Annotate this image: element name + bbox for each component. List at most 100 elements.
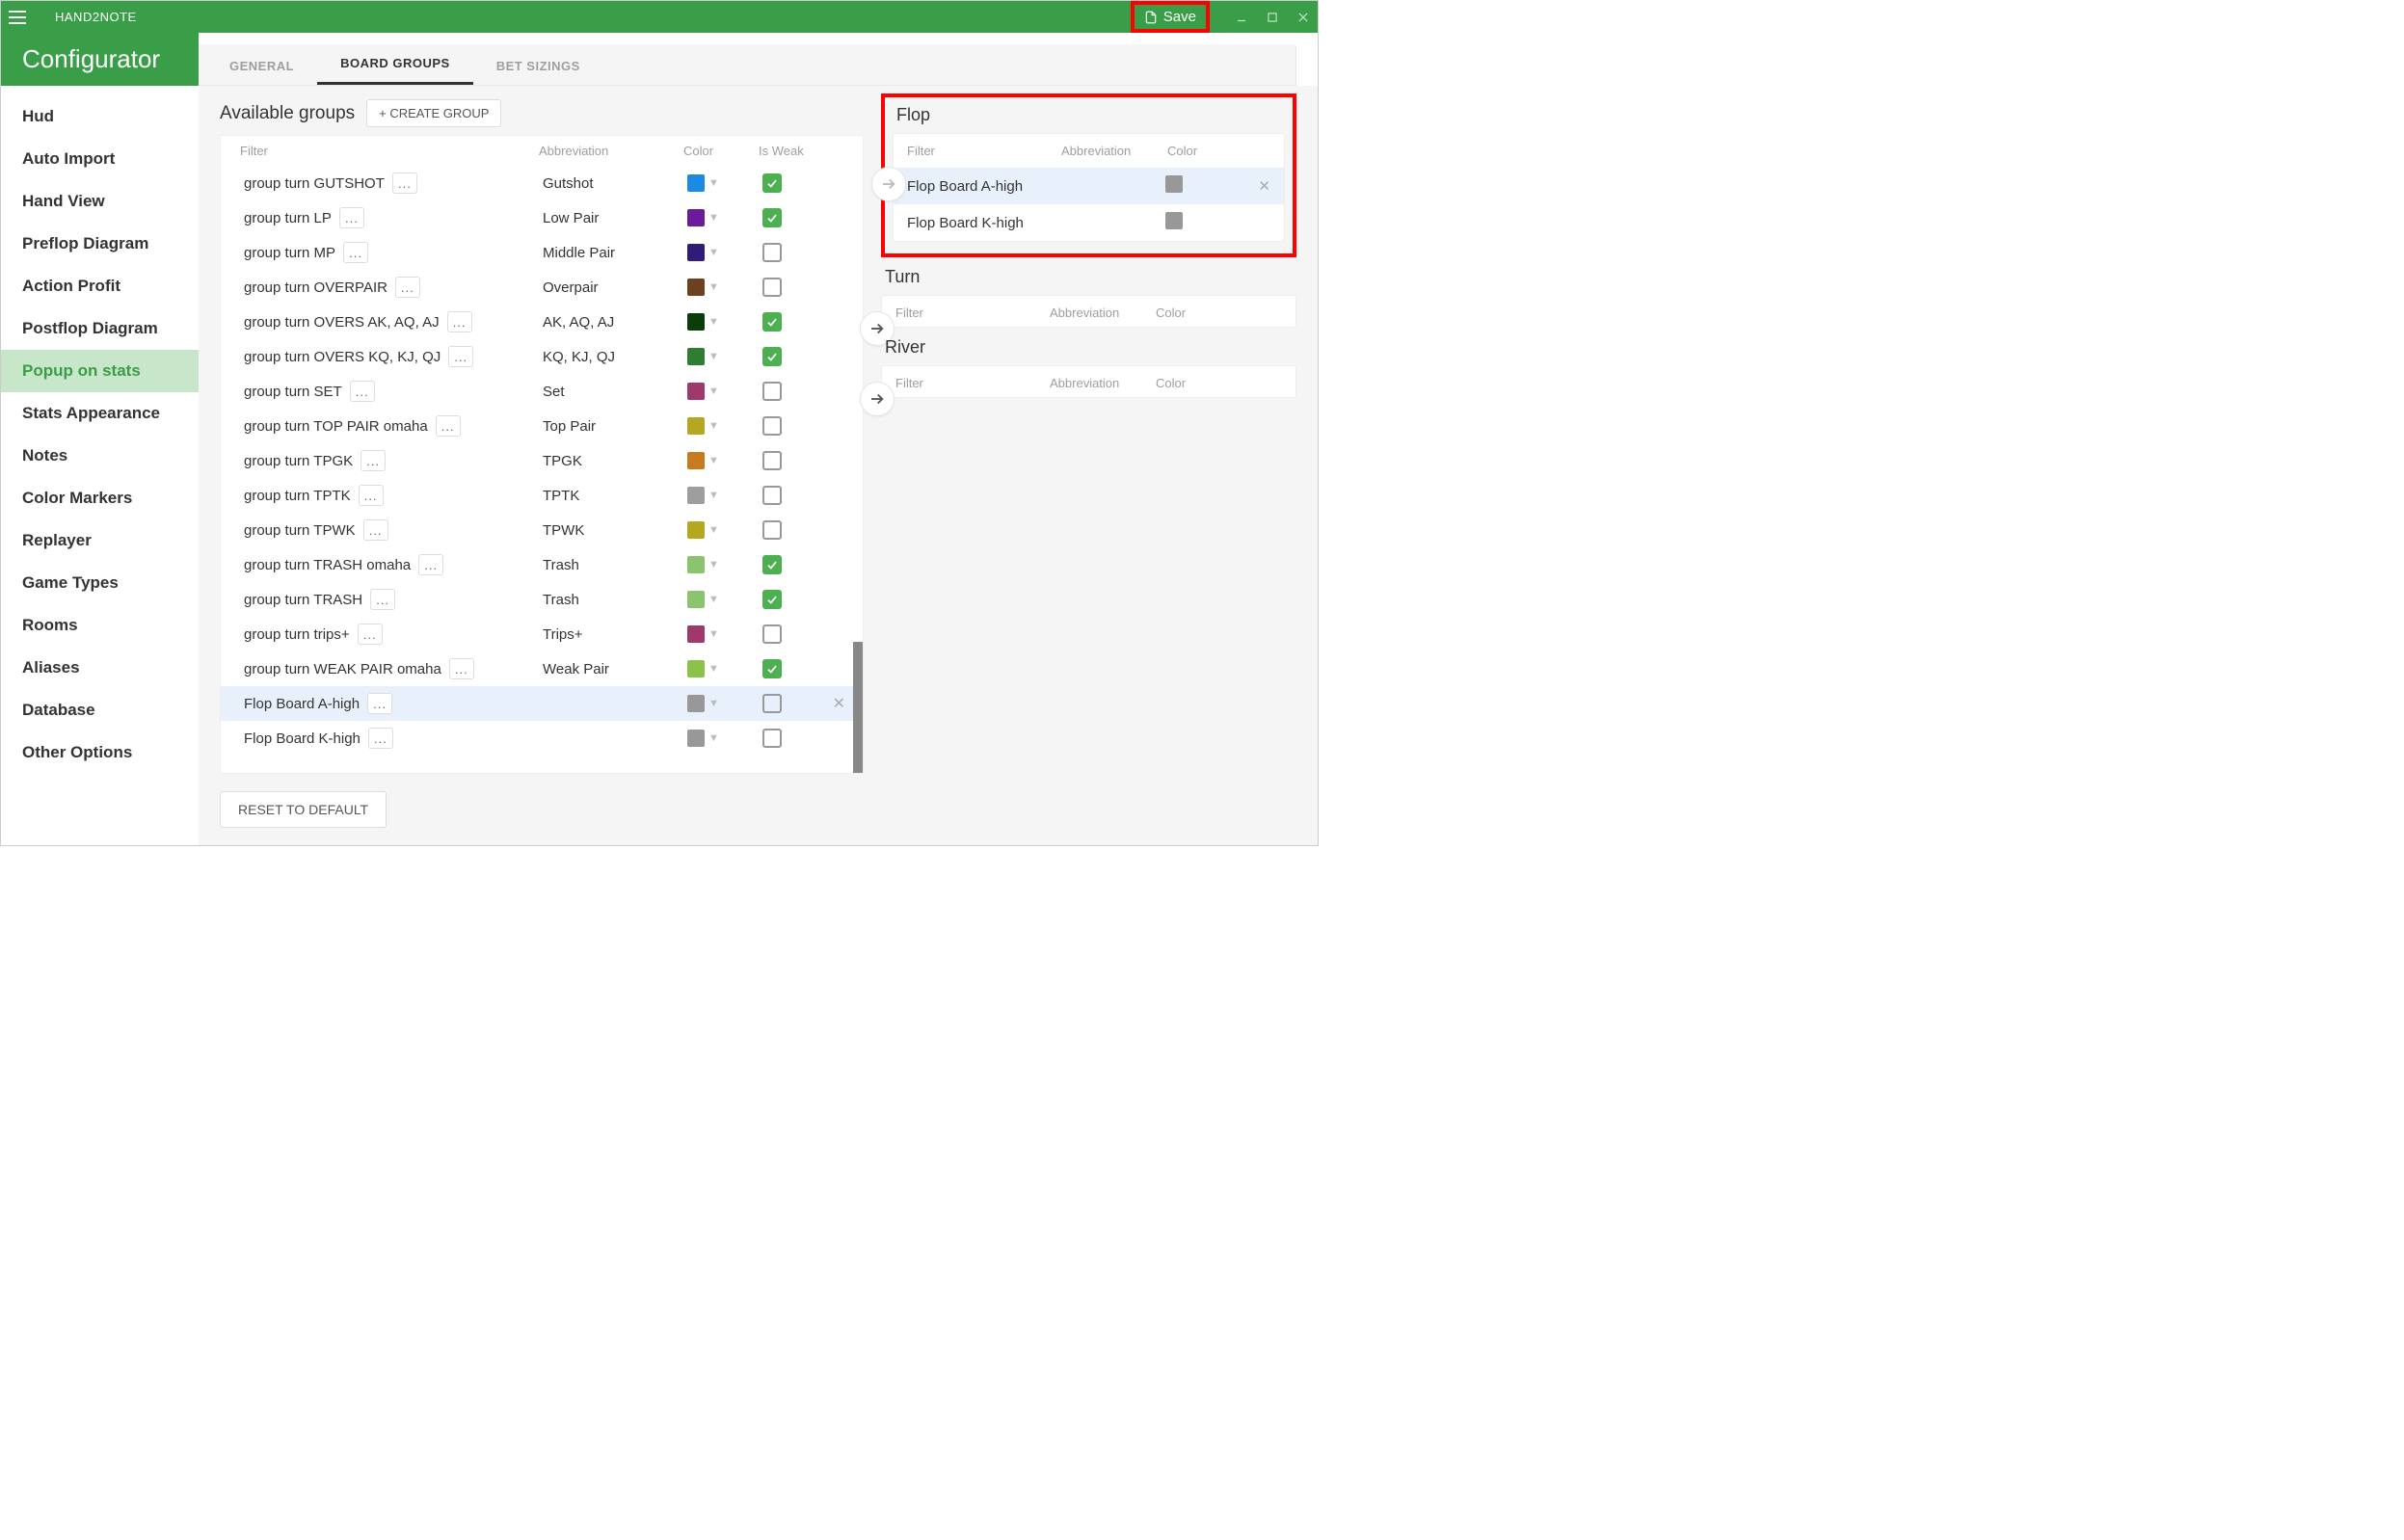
move-to-street-button[interactable] (860, 382, 895, 416)
group-row[interactable]: group turn TPTK...TPTK▼ (221, 478, 863, 513)
group-row[interactable]: group turn TRASH omaha...Trash▼ (221, 547, 863, 582)
filter-ellipsis-button[interactable]: ... (436, 415, 461, 437)
filter-ellipsis-button[interactable]: ... (447, 311, 472, 332)
chevron-down-icon[interactable]: ▼ (708, 212, 719, 224)
is-weak-checkbox[interactable] (762, 243, 782, 262)
group-row[interactable]: group turn LP...Low Pair▼ (221, 200, 863, 235)
color-swatch[interactable] (687, 556, 705, 573)
color-swatch[interactable] (687, 383, 705, 400)
tab-bet-sizings[interactable]: BET SIZINGS (473, 47, 603, 85)
chevron-down-icon[interactable]: ▼ (708, 420, 719, 432)
is-weak-checkbox[interactable] (762, 694, 782, 713)
is-weak-checkbox[interactable] (762, 312, 782, 332)
tab-board-groups[interactable]: BOARD GROUPS (317, 44, 473, 85)
sidebar-item-popup-on-stats[interactable]: Popup on stats (1, 350, 199, 392)
group-row[interactable]: group turn TPWK...TPWK▼ (221, 513, 863, 547)
sidebar-item-other-options[interactable]: Other Options (1, 731, 199, 774)
sidebar-item-notes[interactable]: Notes (1, 435, 199, 477)
is-weak-checkbox[interactable] (762, 173, 782, 193)
color-swatch[interactable] (687, 417, 705, 435)
filter-ellipsis-button[interactable]: ... (448, 346, 473, 367)
group-row[interactable]: group turn OVERS AK, AQ, AJ...AK, AQ, AJ… (221, 305, 863, 339)
delete-row-icon[interactable]: ✕ (1258, 178, 1270, 195)
group-row[interactable]: group turn trips+...Trips+▼ (221, 617, 863, 651)
sidebar-item-rooms[interactable]: Rooms (1, 604, 199, 647)
chevron-down-icon[interactable]: ▼ (708, 628, 719, 640)
color-swatch[interactable] (687, 209, 705, 226)
is-weak-checkbox[interactable] (762, 382, 782, 401)
chevron-down-icon[interactable]: ▼ (708, 385, 719, 397)
sidebar-item-hud[interactable]: Hud (1, 95, 199, 138)
group-row[interactable]: group turn TPGK...TPGK▼ (221, 443, 863, 478)
group-row[interactable]: group turn MP...Middle Pair▼ (221, 235, 863, 270)
color-swatch[interactable] (687, 591, 705, 608)
sidebar-item-replayer[interactable]: Replayer (1, 519, 199, 562)
color-swatch[interactable] (687, 660, 705, 677)
chevron-down-icon[interactable]: ▼ (708, 455, 719, 466)
is-weak-checkbox[interactable] (762, 208, 782, 227)
color-swatch[interactable] (687, 695, 705, 712)
filter-ellipsis-button[interactable]: ... (368, 728, 393, 749)
color-swatch[interactable] (687, 487, 705, 504)
group-row[interactable]: group turn WEAK PAIR omaha...Weak Pair▼ (221, 651, 863, 686)
filter-ellipsis-button[interactable]: ... (418, 554, 443, 575)
color-swatch[interactable] (687, 174, 705, 192)
filter-ellipsis-button[interactable]: ... (350, 381, 375, 402)
filter-ellipsis-button[interactable]: ... (392, 173, 417, 194)
filter-ellipsis-button[interactable]: ... (358, 624, 383, 645)
group-row[interactable]: group turn TRASH...Trash▼ (221, 582, 863, 617)
chevron-down-icon[interactable]: ▼ (708, 316, 719, 328)
is-weak-checkbox[interactable] (762, 416, 782, 436)
reset-to-default-button[interactable]: RESET TO DEFAULT (220, 791, 387, 828)
is-weak-checkbox[interactable] (762, 347, 782, 366)
groups-table-body[interactable]: group turn GUTSHOT...Gutshot▼group turn … (221, 166, 863, 773)
filter-ellipsis-button[interactable]: ... (359, 485, 384, 506)
create-group-button[interactable]: + CREATE GROUP (366, 99, 501, 127)
minimize-icon[interactable] (1235, 11, 1248, 24)
sidebar-item-color-markers[interactable]: Color Markers (1, 477, 199, 519)
chevron-down-icon[interactable]: ▼ (708, 177, 719, 189)
color-swatch[interactable] (687, 279, 705, 296)
scrollbar-thumb[interactable] (853, 642, 863, 773)
is-weak-checkbox[interactable] (762, 590, 782, 609)
is-weak-checkbox[interactable] (762, 659, 782, 678)
chevron-down-icon[interactable]: ▼ (708, 559, 719, 571)
color-swatch[interactable] (1165, 175, 1183, 193)
group-row[interactable]: Flop Board A-high...▼✕ (221, 686, 863, 721)
color-swatch[interactable] (687, 521, 705, 539)
is-weak-checkbox[interactable] (762, 278, 782, 297)
chevron-down-icon[interactable]: ▼ (708, 594, 719, 605)
color-swatch[interactable] (687, 313, 705, 331)
sidebar-item-preflop-diagram[interactable]: Preflop Diagram (1, 223, 199, 265)
color-swatch[interactable] (687, 625, 705, 643)
group-row[interactable]: group turn GUTSHOT...Gutshot▼ (221, 166, 863, 200)
chevron-down-icon[interactable]: ▼ (708, 490, 719, 501)
hamburger-icon[interactable] (9, 6, 32, 29)
chevron-down-icon[interactable]: ▼ (708, 698, 719, 709)
tab-general[interactable]: GENERAL (206, 47, 317, 85)
street-row[interactable]: Flop Board K-high (894, 204, 1284, 241)
is-weak-checkbox[interactable] (762, 520, 782, 540)
group-row[interactable]: Flop Board K-high...▼ (221, 721, 863, 756)
save-button[interactable]: Save (1135, 5, 1206, 29)
move-to-street-button[interactable] (871, 167, 906, 201)
sidebar-item-database[interactable]: Database (1, 689, 199, 731)
is-weak-checkbox[interactable] (762, 729, 782, 748)
chevron-down-icon[interactable]: ▼ (708, 281, 719, 293)
chevron-down-icon[interactable]: ▼ (708, 247, 719, 258)
is-weak-checkbox[interactable] (762, 555, 782, 574)
group-row[interactable]: group turn OVERPAIR...Overpair▼ (221, 270, 863, 305)
filter-ellipsis-button[interactable]: ... (395, 277, 420, 298)
group-row[interactable]: group turn OVERS KQ, KJ, QJ...KQ, KJ, QJ… (221, 339, 863, 374)
chevron-down-icon[interactable]: ▼ (708, 663, 719, 675)
filter-ellipsis-button[interactable]: ... (363, 519, 388, 541)
filter-ellipsis-button[interactable]: ... (449, 658, 474, 679)
filter-ellipsis-button[interactable]: ... (367, 693, 392, 714)
group-row[interactable]: group turn TOP PAIR omaha...Top Pair▼ (221, 409, 863, 443)
filter-ellipsis-button[interactable]: ... (339, 207, 364, 228)
is-weak-checkbox[interactable] (762, 451, 782, 470)
color-swatch[interactable] (687, 348, 705, 365)
close-icon[interactable] (1296, 11, 1310, 24)
chevron-down-icon[interactable]: ▼ (708, 524, 719, 536)
chevron-down-icon[interactable]: ▼ (708, 351, 719, 362)
